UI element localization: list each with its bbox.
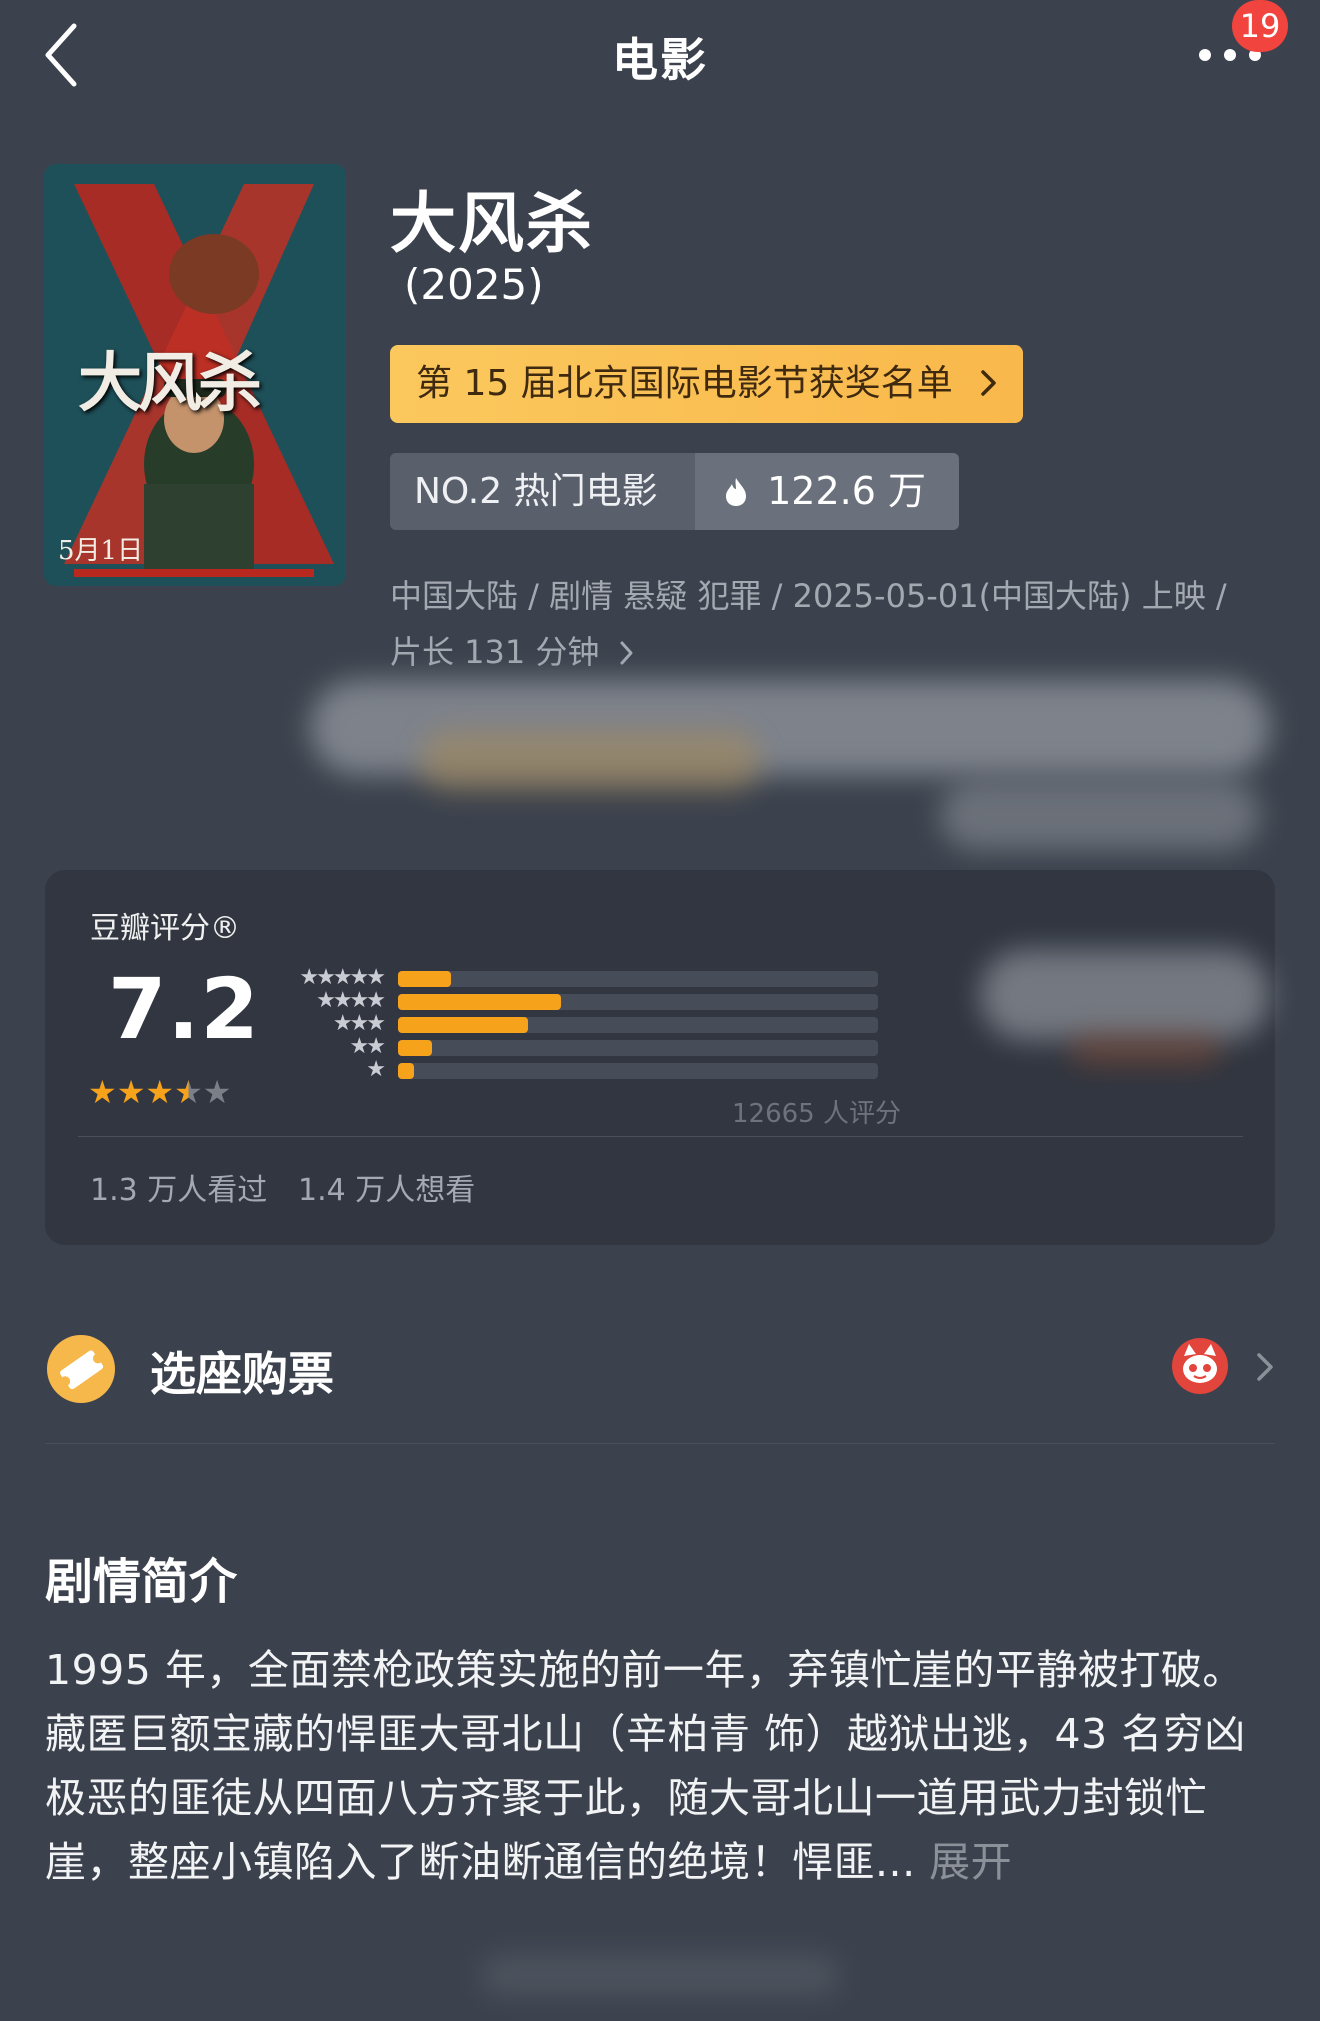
blur-redaction [940,780,1260,850]
heat-value: 122.6 万 [767,469,926,513]
histogram-star-label: ★★ [349,1034,386,1059]
rating-stars: ★★★★★ [88,1073,231,1111]
heat-indicator[interactable]: 122.6 万 [695,453,959,530]
rating-count: 12665 人评分 [732,1099,901,1129]
histogram-bar [398,994,561,1010]
histogram-bar [398,1040,432,1056]
chevron-right-icon[interactable] [1254,1350,1276,1384]
divider [45,1443,1275,1444]
histogram-bar [398,1017,528,1033]
blur-redaction [480,1955,840,1995]
page-title: 电影 [612,33,708,87]
maoyan-cat-icon[interactable] [1172,1338,1228,1394]
rating-score: 7.2 [108,960,260,1058]
expand-link[interactable]: 展开 [929,1838,1012,1886]
movie-poster[interactable]: 大风杀 5月1日 [44,164,346,586]
want-count[interactable]: 1.4 万人想看 [298,1165,475,1209]
duration-row: 片长 131 分钟 [390,624,1290,680]
histogram-star-label: ★★★★★ [299,965,386,990]
duration-text: 片长 131 分钟 [390,633,600,671]
rank-box[interactable]: NO.2 热门电影 122.6 万 [390,453,959,530]
histogram-bar [398,971,451,987]
histogram-star-label: ★ [366,1057,386,1082]
histogram-track [398,971,878,987]
histogram-track [398,1063,878,1079]
poster-date: 5月1日 [58,536,144,566]
poster-title: 大风杀 [78,347,262,421]
rating-label: 豆瓣评分® [90,911,240,946]
meta-info: 中国大陆 / 剧情 悬疑 犯罪 / 2025-05-01(中国大陆) 上映 / [390,577,1227,615]
award-list-label: 第 15 届北京国际电影节获奖名单 [416,363,953,404]
divider [78,1136,1243,1137]
star-icon: ★ [88,1073,117,1111]
synopsis-title: 剧情简介 [45,1554,238,1610]
seen-count[interactable]: 1.3 万人看过 [90,1165,267,1209]
award-list-button[interactable]: 第 15 届北京国际电影节获奖名单 [390,345,1023,423]
synopsis-body: 1995 年，全面禁枪政策实施的前一年，弃镇忙崖的平静被打破。藏匿巨额宝藏的悍匪… [45,1646,1246,1886]
buy-ticket-button[interactable]: 选座购票 [150,1338,334,1404]
star-icon: ★ [145,1073,175,1111]
flame-icon [726,478,746,506]
movie-year: (2025) [404,260,544,309]
histogram-star-label: ★★★ [332,1011,386,1036]
chevron-right-icon [620,641,633,665]
star-icon: ★ [202,1073,232,1111]
notification-badge: 19 [1232,0,1288,52]
movie-meta[interactable]: 中国大陆 / 剧情 悬疑 犯罪 / 2025-05-01(中国大陆) 上映 / … [390,568,1290,680]
star-icon: ★ [116,1073,146,1111]
synopsis-text: 1995 年，全面禁枪政策实施的前一年，弃镇忙崖的平静被打破。藏匿巨额宝藏的悍匪… [45,1638,1285,1894]
chevron-right-icon [981,370,996,396]
blur-redaction [980,950,1270,1040]
ticket-icon [47,1335,115,1403]
half-star-icon: ★ [174,1073,203,1111]
histogram-bar [398,1063,414,1079]
histogram-track [398,1040,878,1056]
histogram-star-label: ★★★★ [316,988,386,1013]
blur-redaction-accent [1070,1035,1220,1065]
movie-title: 大风杀 [390,185,594,262]
blur-redaction-accent [420,730,760,790]
rank-label: NO.2 热门电影 [414,471,658,512]
